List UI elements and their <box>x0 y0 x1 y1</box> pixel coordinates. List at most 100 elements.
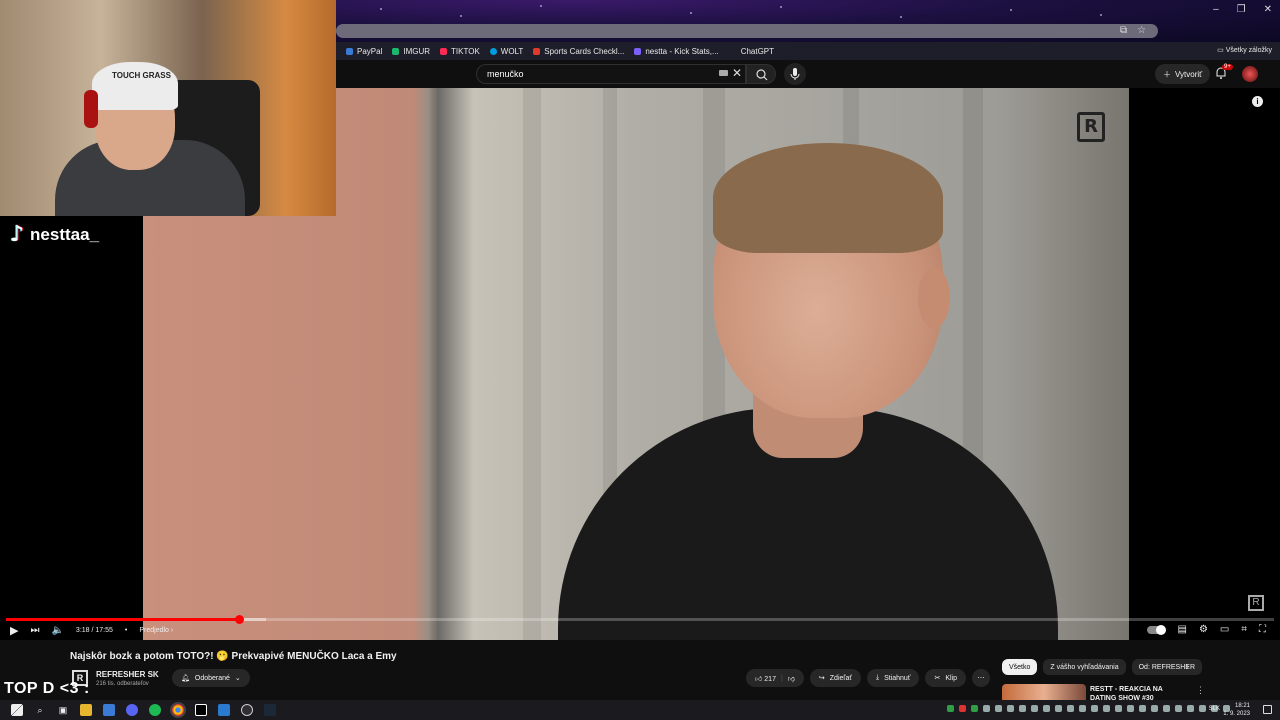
bookmark-chatgpt[interactable]: ChatGPT <box>741 47 774 56</box>
video-title: Najskôr bozk a potom TOTO?! 🫢 Prekvapivé… <box>70 651 397 662</box>
discord-icon[interactable] <box>126 704 138 716</box>
language-indicator[interactable]: SLK <box>1209 706 1220 712</box>
window-controls: – ❐ ✕ <box>1213 4 1272 15</box>
cast-icon[interactable]: ⌗ <box>1241 624 1247 635</box>
bookmark-imgur[interactable]: IMGUR <box>392 47 430 56</box>
channel-watermark-icon[interactable]: R <box>1248 595 1264 611</box>
search-icon[interactable]: ⌕ <box>34 704 46 716</box>
more-actions-button[interactable]: ⋯ <box>972 669 991 687</box>
chapter-title[interactable]: Predjedlo › <box>139 627 173 634</box>
recommended-video-thumbnail[interactable] <box>1002 684 1086 700</box>
person-ear <box>918 268 950 328</box>
tray-icon[interactable] <box>1019 705 1026 712</box>
next-video-icon[interactable]: ⏭ <box>30 625 39 636</box>
close-window-icon[interactable]: ✕ <box>1264 4 1272 15</box>
scissors-icon: ✂ <box>934 675 941 682</box>
tray-icon[interactable] <box>1199 705 1206 712</box>
tray-icon[interactable] <box>1175 705 1182 712</box>
store-icon[interactable] <box>103 704 115 716</box>
tray-icon[interactable] <box>1007 705 1014 712</box>
tray-icon[interactable] <box>1031 705 1038 712</box>
link-icon <box>634 47 642 55</box>
clip-button[interactable]: ✂ Klip <box>925 669 967 687</box>
tray-icon[interactable] <box>1055 705 1062 712</box>
bookmark-paypal[interactable]: PayPal <box>346 47 382 56</box>
seek-bar[interactable] <box>6 615 1274 624</box>
share-button[interactable]: ↪ Zdieľať <box>809 669 861 687</box>
dislike-button[interactable]: 👎︎ <box>788 674 795 683</box>
spotify-icon[interactable] <box>149 704 161 716</box>
capcut-icon[interactable] <box>195 704 207 716</box>
tray-icon[interactable] <box>1163 705 1170 712</box>
theater-mode-icon[interactable]: ▭ <box>1220 624 1229 635</box>
tray-icon[interactable] <box>983 705 990 712</box>
person-hair <box>713 143 943 253</box>
tray-icon[interactable] <box>1079 705 1086 712</box>
tray-icon[interactable] <box>971 705 978 712</box>
tray-icon[interactable] <box>1187 705 1194 712</box>
cap-logo-text: TOUCH GRASS <box>112 71 171 80</box>
tray-icon[interactable] <box>1091 705 1098 712</box>
tray-icon[interactable] <box>1139 705 1146 712</box>
account-avatar[interactable] <box>1242 66 1258 82</box>
steam-icon[interactable] <box>264 704 276 716</box>
tray-icon[interactable] <box>947 705 954 712</box>
chip-all[interactable]: Všetko <box>1002 659 1038 675</box>
fullscreen-icon[interactable]: ⛶ <box>1259 624 1266 635</box>
bookmark-wolt[interactable]: WOLT <box>489 47 523 56</box>
verified-icon: ✔ <box>153 671 159 678</box>
create-button[interactable]: ＋ Vytvoriť <box>1155 64 1211 84</box>
subtitles-icon[interactable]: ▤ <box>1177 624 1186 635</box>
tray-icon[interactable] <box>1115 705 1122 712</box>
tray-icon[interactable] <box>1103 705 1110 712</box>
tiktok-small-icon <box>440 47 448 55</box>
autoplay-toggle[interactable] <box>1147 624 1167 635</box>
recommendation-filter-chips: Všetko Z vášho vyhľadávania Od: REFRESHE… <box>1002 659 1203 675</box>
recommended-video-title[interactable]: RESTT - REAKCIA NA DATING SHOW #30 <box>1090 685 1190 700</box>
time-display: 3:18 / 17:55 <box>75 627 113 634</box>
search-input[interactable]: menučko <box>476 64 746 84</box>
chrome-icon[interactable] <box>170 702 186 718</box>
play-icon[interactable]: ▶ <box>10 624 18 637</box>
paypal-icon <box>346 47 353 55</box>
tray-icon[interactable] <box>1067 705 1074 712</box>
notification-center-icon[interactable] <box>1263 705 1272 714</box>
address-bar[interactable] <box>336 24 1158 38</box>
chip-from-search[interactable]: Z vášho vyhľadávania <box>1043 659 1126 675</box>
bookmark-tiktok[interactable]: TIKTOK <box>440 47 480 56</box>
keyboard-icon[interactable] <box>719 70 728 76</box>
tray-icon[interactable] <box>995 705 1002 712</box>
chip-from-channel[interactable]: Od: REFRESHER <box>1131 659 1203 675</box>
played-bar <box>6 618 240 621</box>
obs-icon[interactable] <box>241 704 253 716</box>
tray-icon[interactable] <box>1043 705 1050 712</box>
kebab-menu-icon[interactable]: ⋮ <box>1196 685 1205 696</box>
bookmark-kick-stats[interactable]: nestta - Kick Stats,... <box>634 47 719 56</box>
like-button[interactable]: 👍︎ 217 <box>755 674 776 683</box>
channel-name[interactable]: REFRESHER SK <box>96 670 159 679</box>
chevron-right-icon[interactable]: › <box>1186 661 1189 671</box>
restore-icon[interactable]: ❐ <box>1237 4 1246 15</box>
bookmark-sports-cards[interactable]: Sports Cards Checkl... <box>533 47 624 56</box>
vscode-icon[interactable] <box>218 704 230 716</box>
info-icon[interactable]: i <box>1252 96 1263 107</box>
file-explorer-icon[interactable] <box>80 704 92 716</box>
search-button[interactable] <box>746 64 776 84</box>
all-bookmarks[interactable]: ▭ Všetky záložky <box>1217 46 1272 54</box>
download-button[interactable]: ⤓ Stiahnuť <box>866 669 920 687</box>
task-view-icon[interactable]: ▣ <box>57 704 69 716</box>
minimize-icon[interactable]: – <box>1213 4 1219 15</box>
volume-icon[interactable]: 🔈 <box>51 625 63 636</box>
bookmark-star-icon[interactable]: ☆ <box>1137 25 1146 36</box>
tray-icon[interactable] <box>1127 705 1134 712</box>
tray-icon[interactable] <box>1151 705 1158 712</box>
divider: | <box>780 674 783 682</box>
settings-gear-icon[interactable]: ⚙ <box>1199 624 1208 635</box>
voice-search-button[interactable] <box>784 63 806 85</box>
windows-start-icon[interactable] <box>11 704 23 716</box>
install-icon[interactable]: ⧉ <box>1120 25 1127 36</box>
tray-icon[interactable] <box>959 705 966 712</box>
taskbar-clock[interactable]: 18:21 1. 9. 2023 <box>1223 702 1250 718</box>
clear-search-icon[interactable]: ✕ <box>732 66 742 80</box>
subscribed-button[interactable]: 🔔︎ Odoberané ⌄ <box>172 669 250 687</box>
